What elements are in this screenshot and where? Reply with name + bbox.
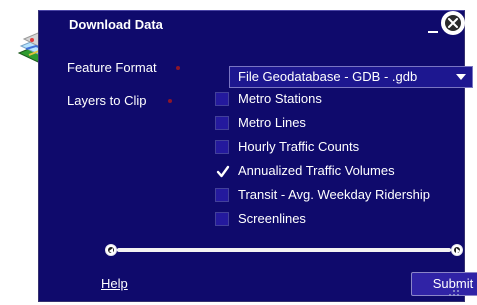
layer-checkbox[interactable]	[215, 92, 229, 106]
close-icon[interactable]	[442, 12, 464, 34]
help-link[interactable]: Help	[101, 276, 128, 291]
checkmark-icon	[216, 165, 230, 178]
layer-label: Screenlines	[238, 211, 306, 226]
layers-to-clip-label: Layers to Clip	[67, 93, 147, 108]
dialog-title: Download Data	[69, 17, 163, 32]
feature-format-value: File Geodatabase - GDB - .gdb	[238, 69, 418, 84]
layer-label: Metro Lines	[238, 115, 306, 130]
feature-format-select[interactable]: File Geodatabase - GDB - .gdb	[229, 66, 473, 88]
scroll-right-icon[interactable]	[451, 244, 463, 256]
chevron-down-icon[interactable]	[450, 67, 472, 87]
layer-checkbox-checked[interactable]	[215, 164, 230, 178]
layer-label: Transit - Avg. Weekday Ridership	[238, 187, 430, 202]
minimize-icon[interactable]	[428, 19, 438, 33]
layer-label: Annualized Traffic Volumes	[238, 163, 395, 178]
required-marker	[175, 65, 181, 71]
horizontal-scrollbar[interactable]	[105, 243, 465, 257]
layer-checkbox[interactable]	[215, 212, 229, 226]
submit-button[interactable]: Submit	[411, 272, 477, 296]
layer-checkbox[interactable]	[215, 116, 229, 130]
dialog-panel: Download Data Feature Format File Geodat…	[38, 10, 477, 302]
horizontal-scroll-thumb[interactable]	[117, 248, 451, 252]
scroll-left-icon[interactable]	[105, 244, 117, 256]
download-data-window: Download Data Feature Format File Geodat…	[0, 0, 477, 305]
layer-label: Hourly Traffic Counts	[238, 139, 360, 154]
required-marker	[167, 98, 173, 104]
layer-label: Metro Stations	[238, 91, 322, 106]
layer-checkbox[interactable]	[215, 188, 229, 202]
layer-checkbox[interactable]	[215, 140, 229, 154]
feature-format-label: Feature Format	[67, 60, 157, 75]
resize-grip-icon[interactable]	[448, 285, 460, 297]
